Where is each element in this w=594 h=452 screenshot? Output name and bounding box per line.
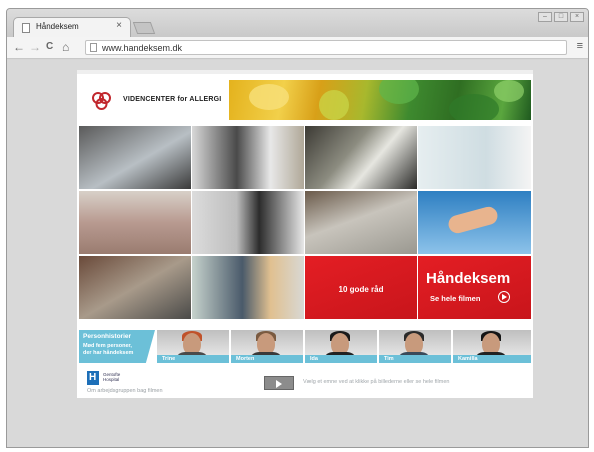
minimize-button[interactable]: – — [538, 12, 552, 22]
close-tab-icon[interactable]: × — [116, 20, 122, 31]
maximize-button[interactable]: □ — [554, 12, 568, 22]
person-card-trine[interactable]: Trine — [157, 330, 229, 363]
person-card-tim[interactable]: Tim — [379, 330, 451, 363]
tab-title: Håndeksem — [36, 22, 79, 31]
video-tile-dishes[interactable] — [305, 191, 417, 254]
header-banner — [229, 80, 531, 120]
page-viewport: VIDENCENTER for ALLERGI 10 gode råd Hånd… — [7, 60, 588, 447]
video-tile-lab[interactable] — [418, 126, 531, 189]
video-tile-fridge[interactable] — [192, 256, 304, 319]
tab-handeksem[interactable]: Håndeksem × — [13, 17, 131, 37]
video-tile-work[interactable] — [79, 256, 191, 319]
top-divider — [77, 70, 533, 74]
site-logo[interactable]: VIDENCENTER for ALLERGI — [79, 80, 231, 120]
tips-tile[interactable]: 10 gode råd — [305, 256, 417, 319]
logo-text: VIDENCENTER for ALLERGI — [123, 96, 222, 103]
page-icon — [22, 23, 30, 33]
film-link-label: Se hele filmen — [430, 294, 481, 303]
person-name: Morten — [236, 356, 255, 362]
video-tile-kitchen[interactable] — [79, 191, 191, 254]
allergy-logo-icon — [92, 92, 111, 110]
page-footer: Gentofte Hospital Om arbejdsgruppen bag … — [79, 366, 531, 398]
person-name: Kamilla — [458, 356, 478, 362]
about-group-link[interactable]: Om arbejdsgruppen bag filmen — [87, 388, 163, 394]
person-card-kamilla[interactable]: Kamilla — [453, 330, 531, 363]
person-stories: Personhistorier Mød fem personer, der ha… — [79, 330, 531, 363]
tab-strip: Håndeksem × – □ × — [7, 9, 588, 37]
home-icon[interactable]: ⌂ — [62, 40, 69, 54]
video-tile-hair-wash[interactable] — [79, 126, 191, 189]
window-controls: – □ × — [538, 12, 584, 22]
url-text: www.handeksem.dk — [102, 43, 183, 53]
video-tile-hands[interactable] — [418, 191, 531, 254]
back-icon[interactable]: ← — [13, 40, 25, 54]
person-card-morten[interactable]: Morten — [231, 330, 303, 363]
person-name: Tim — [384, 356, 394, 362]
film-thumbnail[interactable] — [264, 376, 294, 390]
tips-label: 10 gode råd — [338, 285, 384, 294]
browser-window: Håndeksem × – □ × ← → C ⌂ www.handeksem.… — [6, 8, 589, 448]
full-film-tile[interactable]: Håndeksem Se hele filmen — [418, 256, 531, 319]
person-name: Trine — [162, 356, 176, 362]
hospital-name: Gentofte Hospital — [103, 372, 121, 382]
address-bar[interactable]: www.handeksem.dk — [85, 40, 567, 55]
close-window-button[interactable]: × — [570, 12, 584, 22]
new-tab-button[interactable] — [132, 22, 156, 34]
video-tile-colleagues[interactable] — [192, 126, 304, 189]
forward-icon[interactable]: → — [29, 40, 41, 54]
instruction-text: Vælg et emne ved at klikke på billederne… — [303, 379, 450, 385]
intro-line-1: Mød fem personer, — [83, 343, 132, 349]
film-title: Håndeksem — [426, 270, 511, 287]
site-page: VIDENCENTER for ALLERGI 10 gode råd Hånd… — [77, 70, 533, 398]
reload-icon[interactable]: C — [46, 40, 53, 54]
page-icon — [90, 43, 97, 52]
menu-icon[interactable]: ≡ — [577, 40, 583, 52]
person-name: Ida — [310, 356, 318, 362]
person-stories-intro: Personhistorier Mød fem personer, der ha… — [79, 330, 155, 363]
video-tile-cleaning[interactable] — [305, 126, 417, 189]
video-tile-woman-sink[interactable] — [192, 191, 304, 254]
intro-title: Personhistorier — [83, 333, 132, 340]
play-icon — [498, 291, 510, 303]
hospital-logo-icon[interactable] — [87, 371, 99, 385]
browser-toolbar: ← → C ⌂ www.handeksem.dk ≡ — [7, 37, 588, 59]
intro-line-2: der har håndeksem — [83, 350, 134, 356]
person-card-ida[interactable]: Ida — [305, 330, 377, 363]
